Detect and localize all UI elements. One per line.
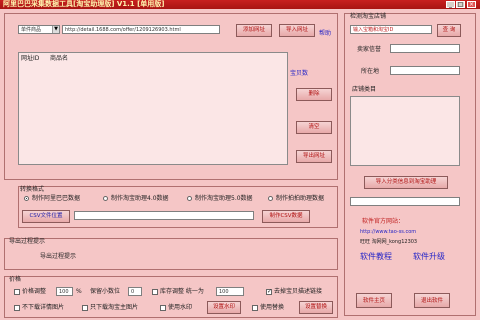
- radio-taobao-5-label: 制作淘宝助理5.0数据: [195, 195, 253, 202]
- shop-categories-list[interactable]: [350, 96, 460, 166]
- seller-credit-field: [390, 44, 460, 53]
- watermark-checkbox[interactable]: [160, 305, 166, 311]
- item-count-link[interactable]: 宝贝数: [290, 68, 308, 77]
- radio-taobao-5[interactable]: [187, 196, 192, 201]
- no-detail-image-label: 不下载详情图片: [22, 304, 65, 311]
- software-home-button[interactable]: 软件主页: [356, 293, 392, 308]
- radio-taobao-4[interactable]: [103, 196, 108, 201]
- query-button[interactable]: 查 询: [437, 24, 461, 37]
- stock-adjust-checkbox[interactable]: [152, 289, 158, 295]
- official-site-label: 软件官方网站：: [362, 218, 405, 225]
- radio-paipai[interactable]: [268, 196, 273, 201]
- list-header-product-name: 商品名: [50, 55, 69, 62]
- make-csv-button[interactable]: 制作CSV数据: [262, 210, 310, 223]
- delete-button[interactable]: 删除: [296, 88, 332, 101]
- window-title: 阿里巴巴采集数据工具[淘宝助理版] V1.1 [单用版]: [3, 0, 165, 8]
- radio-alibaba[interactable]: [24, 196, 29, 201]
- taobao-id-input[interactable]: 输入宝箱和淘宝ID: [350, 25, 432, 34]
- remove-link-checkbox[interactable]: ✓: [266, 289, 272, 295]
- replace-checkbox[interactable]: [252, 305, 258, 311]
- price-unit: %: [76, 288, 82, 295]
- decimal-input[interactable]: 0: [128, 287, 142, 296]
- shop-status-field: [350, 197, 460, 206]
- only-main-image-checkbox[interactable]: [82, 305, 88, 311]
- list-header-url-id: 网址ID: [21, 55, 40, 62]
- radio-paipai-label: 制作拍拍助理数据: [276, 195, 325, 202]
- settings-group: [4, 276, 338, 318]
- only-main-image-label: 只下载淘宝主图片: [90, 304, 139, 311]
- maximize-button[interactable]: □: [456, 1, 465, 8]
- set-watermark-button[interactable]: 设置水印: [207, 301, 241, 314]
- location-field: [390, 66, 460, 75]
- decimal-label: 保留小数位: [90, 288, 121, 295]
- close-button[interactable]: ×: [467, 1, 476, 8]
- remove-link-label: 去掉宝贝描述链接: [274, 288, 323, 295]
- export-prompt-title: 导出过程提示: [9, 238, 46, 245]
- shop-check-title: 检测淘宝店铺: [350, 13, 387, 20]
- official-site-link[interactable]: http://www.tao-ss.com: [360, 229, 416, 235]
- location-label: 所在地: [361, 68, 380, 75]
- settings-title: 价格: [9, 276, 22, 283]
- source-type-value: 单件商品: [21, 27, 42, 33]
- upgrade-link[interactable]: 软件升级: [413, 251, 445, 262]
- add-url-button[interactable]: 添加网址: [236, 24, 272, 37]
- csv-folder-button[interactable]: CSV文件位置: [22, 210, 70, 223]
- url-list[interactable]: 网址ID 商品名: [18, 52, 288, 165]
- radio-taobao-4-label: 制作淘宝助理4.0数据: [111, 195, 169, 202]
- price-adjust-input[interactable]: 100: [56, 287, 73, 296]
- replace-label: 使用替换: [260, 304, 285, 311]
- url-input[interactable]: http://detail.1688.com/offer/1209126903.…: [62, 25, 220, 34]
- title-bar: 阿里巴巴采集数据工具[淘宝助理版] V1.1 [单用版]: [0, 0, 480, 9]
- export-prompt-message: 导出过程提示: [40, 253, 77, 260]
- price-adjust-checkbox[interactable]: [14, 289, 20, 295]
- stock-input[interactable]: 100: [216, 287, 244, 296]
- stock-adjust-label: 库存调整 统一为: [160, 288, 204, 295]
- chevron-down-icon: ▼: [52, 26, 59, 33]
- minimize-button[interactable]: _: [446, 1, 455, 8]
- seller-credit-label: 卖家信誉: [357, 46, 382, 53]
- source-type-select[interactable]: 单件商品 ▼: [18, 25, 60, 34]
- help-link[interactable]: 帮助: [319, 28, 331, 37]
- clear-button[interactable]: 清空: [296, 121, 332, 134]
- tutorial-link[interactable]: 软件教程: [360, 251, 392, 262]
- watermark-label: 使用水印: [168, 304, 193, 311]
- set-replace-button[interactable]: 设置替换: [299, 301, 333, 314]
- import-categories-button[interactable]: 导入分类信息到淘宝助理: [364, 176, 448, 189]
- csv-folder-input[interactable]: [74, 211, 254, 220]
- contact-info: 旺旺 淘网网_kong12303: [360, 239, 418, 245]
- import-url-button[interactable]: 导入网址: [279, 24, 315, 37]
- radio-alibaba-label: 制作阿里巴巴数据: [32, 195, 81, 202]
- shop-categories-label: 店铺类目: [352, 86, 377, 93]
- convert-format-title: 转换格式: [20, 186, 45, 193]
- exit-software-button[interactable]: 退出软件: [414, 293, 450, 308]
- price-adjust-label: 价格调整: [22, 288, 47, 295]
- no-detail-image-checkbox[interactable]: [14, 305, 20, 311]
- export-url-button[interactable]: 导出网址: [296, 150, 332, 163]
